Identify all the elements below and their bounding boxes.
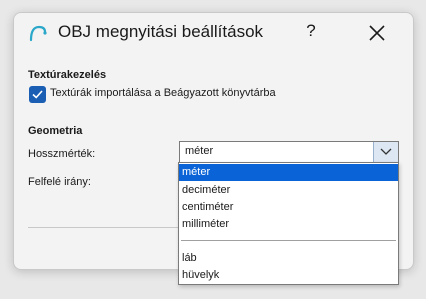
checkmark-icon [32, 90, 43, 99]
option-foot[interactable]: láb [179, 250, 398, 267]
import-textures-checkbox[interactable] [29, 86, 46, 103]
help-button[interactable]: ? [301, 21, 321, 43]
length-unit-dropdown-list: méter deciméter centiméter milliméter lá… [178, 162, 399, 285]
app-arc-icon [28, 24, 48, 42]
texture-handling-heading: Textúrakezelés [28, 69, 107, 81]
import-textures-label[interactable]: Textúrák importálása a Beágyazott könyvt… [50, 87, 276, 99]
option-millimeter[interactable]: milliméter [179, 216, 398, 233]
dropdown-separator [181, 240, 396, 241]
option-meter[interactable]: méter [179, 164, 398, 181]
close-button[interactable] [368, 24, 386, 42]
length-unit-select[interactable]: méter [179, 141, 399, 163]
length-unit-dropdown-button[interactable] [373, 142, 398, 162]
divider [28, 227, 178, 228]
up-direction-label: Felfelé irány: [28, 176, 91, 188]
title-bar: OBJ megnyitási beállítások ? [14, 13, 413, 53]
length-unit-value: méter [185, 145, 214, 157]
dialog-title: OBJ megnyitási beállítások [58, 22, 264, 41]
length-unit-label: Hosszmérték: [28, 148, 96, 160]
geometry-heading: Geometria [28, 125, 83, 137]
option-decimeter[interactable]: deciméter [179, 182, 398, 199]
option-inch[interactable]: hüvelyk [179, 267, 398, 284]
option-centimeter[interactable]: centiméter [179, 199, 398, 216]
chevron-down-icon [380, 148, 392, 155]
close-icon [369, 25, 385, 41]
